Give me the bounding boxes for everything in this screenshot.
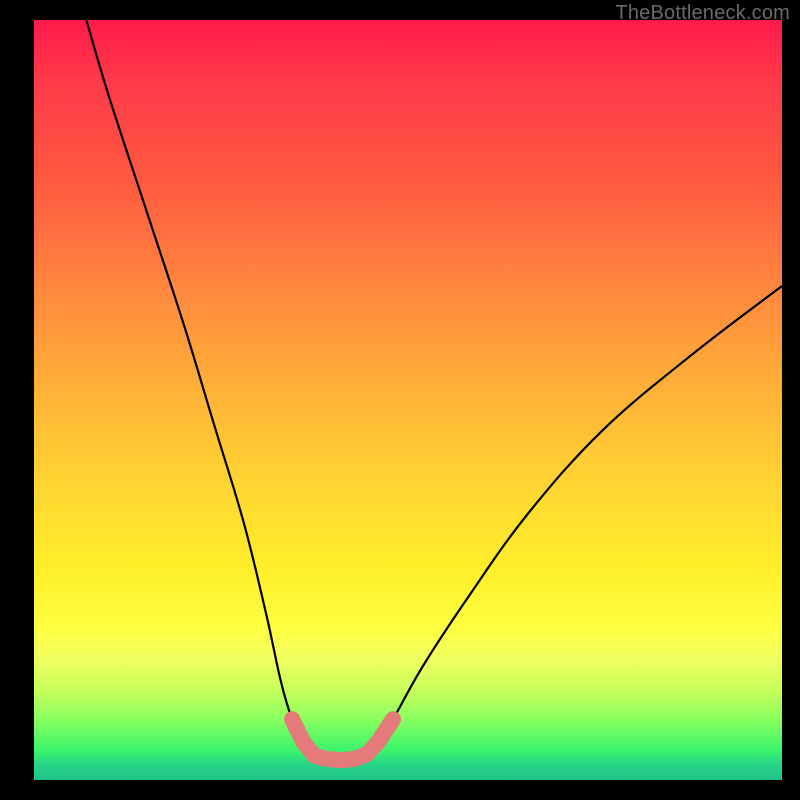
trough-highlight: [292, 719, 393, 760]
plot-area: [34, 20, 782, 780]
bottleneck-curve: [86, 20, 782, 760]
chart-frame: TheBottleneck.com: [0, 0, 800, 800]
curve-layer: [34, 20, 782, 780]
